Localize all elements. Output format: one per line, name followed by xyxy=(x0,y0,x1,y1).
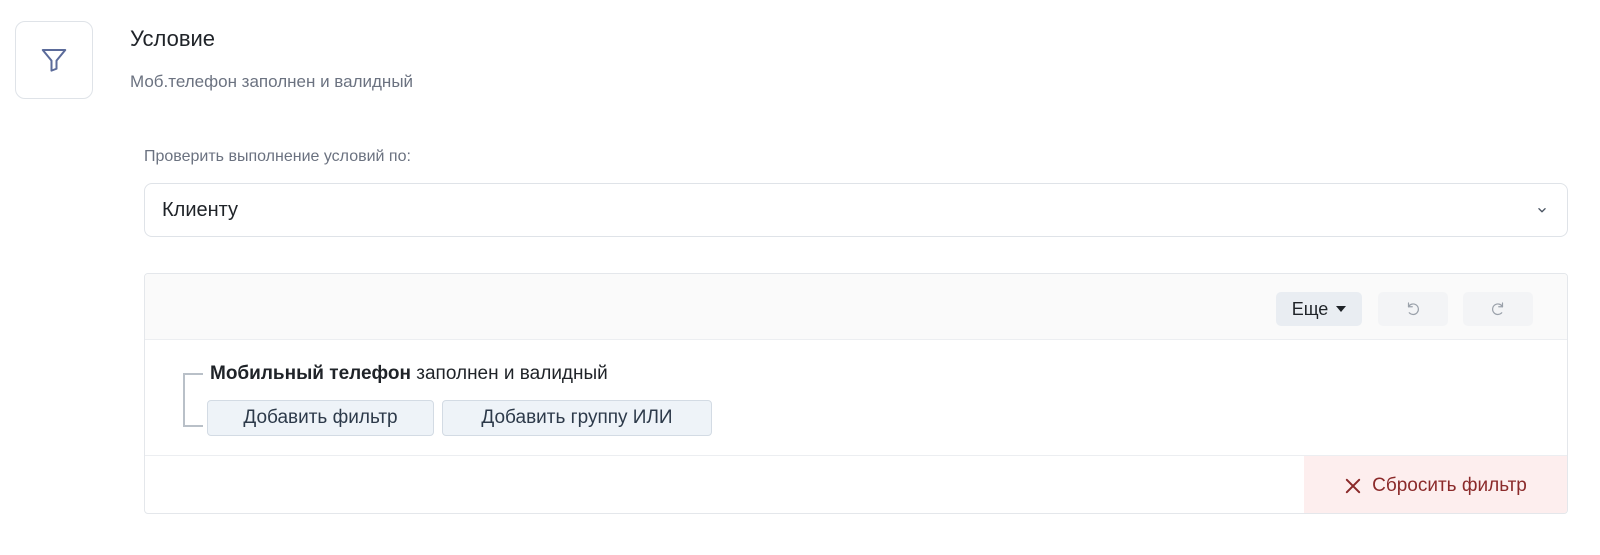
filter-icon-box xyxy=(15,21,93,99)
rule-condition: заполнен и валидный xyxy=(410,363,608,384)
filter-builder-panel: Еще Мобильный телефон заполнен и валидны… xyxy=(144,273,1568,514)
check-by-selected-value: Клиенту xyxy=(162,198,239,221)
add-filter-button[interactable]: Добавить фильтр xyxy=(207,400,434,436)
filter-rules: Мобильный телефон заполнен и валидный До… xyxy=(145,340,1567,456)
check-by-select[interactable]: Клиенту xyxy=(144,183,1568,237)
redo-icon xyxy=(1492,302,1504,316)
redo-button[interactable] xyxy=(1463,292,1533,326)
filter-footer: Сбросить фильтр xyxy=(145,455,1567,513)
more-button-label: Еще xyxy=(1291,298,1329,319)
chevron-down-icon xyxy=(1538,207,1546,213)
reset-filter-label: Сбросить фильтр xyxy=(1372,475,1527,496)
filter-icon xyxy=(41,49,67,72)
filter-rule[interactable]: Мобильный телефон заполнен и валидный xyxy=(210,363,608,385)
undo-button[interactable] xyxy=(1378,292,1448,326)
reset-filter-button[interactable]: Сбросить фильтр xyxy=(1304,456,1567,513)
close-icon xyxy=(1345,478,1361,494)
rule-field: Мобильный телефон xyxy=(210,363,411,384)
undo-icon xyxy=(1407,302,1419,316)
caret-down-icon xyxy=(1336,306,1347,312)
filter-toolbar: Еще xyxy=(145,274,1567,340)
condition-editor: Условие Моб.телефон заполнен и валидный … xyxy=(0,0,1600,555)
add-or-group-button[interactable]: Добавить группу ИЛИ xyxy=(442,400,712,436)
page-title: Условие xyxy=(130,26,216,51)
check-by-label: Проверить выполнение условий по: xyxy=(144,148,411,165)
group-bracket xyxy=(183,373,203,427)
more-button[interactable]: Еще xyxy=(1276,292,1362,326)
condition-summary: Моб.телефон заполнен и валидный xyxy=(130,72,414,91)
